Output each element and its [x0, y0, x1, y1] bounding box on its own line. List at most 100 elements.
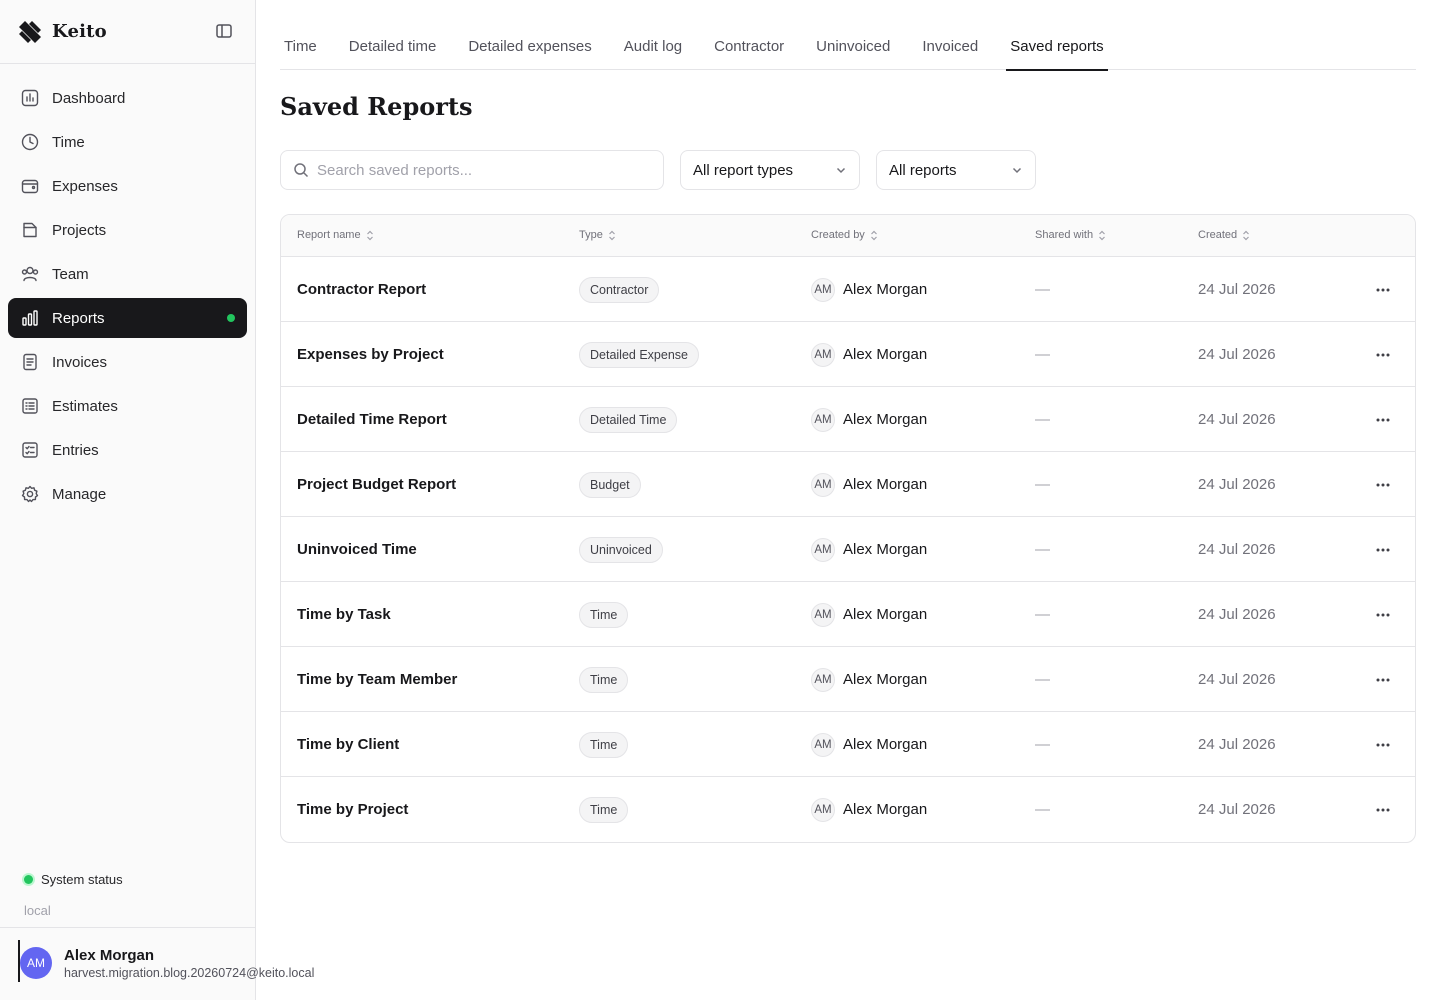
document-icon [23, 353, 37, 371]
report-name[interactable]: Detailed Time Report [297, 387, 447, 452]
sidebar-item-invoices[interactable]: Invoices [8, 342, 247, 382]
system-status[interactable]: System status [24, 872, 123, 887]
row-actions-button[interactable] [1367, 777, 1399, 842]
report-name[interactable]: Expenses by Project [297, 322, 444, 387]
sidebar-item-projects[interactable]: Projects [8, 210, 247, 250]
type-badge: Time [579, 731, 629, 758]
sidebar-item-entries[interactable]: Entries [8, 430, 247, 470]
search-icon [294, 163, 309, 178]
gear-icon [21, 485, 39, 503]
tab-audit-log[interactable]: Audit log [620, 22, 686, 70]
report-name[interactable]: Time by Task [297, 582, 391, 647]
type-cell: Budget [579, 452, 641, 517]
logo-icon [19, 20, 41, 43]
report-owner-value: All reports [889, 161, 957, 179]
bar-chart-icon [21, 89, 39, 107]
creator-name: Alex Morgan [843, 541, 928, 558]
sidebar-item-time[interactable]: Time [8, 122, 247, 162]
more-horizontal-icon [1376, 613, 1390, 616]
creator-name: Alex Morgan [843, 801, 928, 818]
more-horizontal-icon [1376, 288, 1390, 291]
row-actions-button[interactable] [1367, 647, 1399, 712]
search-box[interactable] [280, 150, 664, 190]
type-badge: Budget [579, 471, 641, 498]
creator-name: Alex Morgan [843, 476, 928, 493]
table-row[interactable]: Time by Project Time AM Alex Morgan — 24 Jul … [281, 777, 1415, 842]
type-badge: Contractor [579, 276, 660, 303]
type-badge: Uninvoiced [579, 536, 663, 563]
column-header-shared-with[interactable]: Shared with [1035, 229, 1106, 241]
chevron-down-icon [1012, 167, 1022, 174]
created-by-cell: AM Alex Morgan [811, 452, 927, 517]
sidebar-item-manage[interactable]: Manage [8, 474, 247, 514]
report-name[interactable]: Time by Client [297, 712, 399, 777]
table-row[interactable]: Uninvoiced Time Uninvoiced AM Alex Morgan — 2… [281, 517, 1415, 582]
column-header-label: Report name [297, 229, 361, 241]
report-tabs: Time Detailed time Detailed expenses Audit … [280, 22, 1416, 71]
row-actions-button[interactable] [1367, 387, 1399, 452]
tab-detailed-time[interactable]: Detailed time [345, 22, 441, 70]
created-by-cell: AM Alex Morgan [811, 517, 927, 582]
type-cell: Time [579, 582, 629, 647]
shared-with: — [1035, 606, 1050, 623]
system-status-label: System status [41, 872, 123, 887]
sidebar-toggle-icon[interactable] [215, 22, 233, 40]
report-name[interactable]: Time by Team Member [297, 647, 457, 712]
tab-detailed-expenses[interactable]: Detailed expenses [464, 22, 595, 70]
sidebar-item-label: Estimates [52, 397, 118, 415]
shared-with: — [1035, 346, 1050, 363]
row-actions-button[interactable] [1367, 452, 1399, 517]
row-actions-button[interactable] [1367, 257, 1399, 322]
creator-avatar: AM [811, 732, 835, 757]
tab-invoiced[interactable]: Invoiced [918, 22, 982, 70]
table-row[interactable]: Detailed Time Report Detailed Time AM Alex … [281, 387, 1415, 452]
type-cell: Uninvoiced [579, 517, 663, 582]
table-row[interactable]: Project Budget Report Budget AM Alex Morgan… [281, 452, 1415, 517]
tab-saved-reports[interactable]: Saved reports [1006, 22, 1109, 71]
report-name[interactable]: Project Budget Report [297, 452, 456, 517]
sidebar-item-label: Team [52, 265, 89, 283]
row-actions-button[interactable] [1367, 517, 1399, 582]
sidebar-item-expenses[interactable]: Expenses [8, 166, 247, 206]
shared-with: — [1035, 801, 1050, 818]
table-row[interactable]: Contractor Report Contractor AM Alex Morgan… [281, 257, 1415, 322]
sidebar-item-estimates[interactable]: Estimates [8, 386, 247, 426]
report-name[interactable]: Time by Project [297, 777, 408, 842]
type-cell: Time [579, 712, 629, 777]
tab-uninvoiced[interactable]: Uninvoiced [812, 22, 894, 70]
table-row[interactable]: Time by Client Time AM Alex Morgan — 24 Jul 2… [281, 712, 1415, 777]
shared-with: — [1035, 671, 1050, 688]
shared-with: — [1035, 281, 1050, 298]
avatar[interactable]: AM [20, 947, 52, 979]
column-header-created[interactable]: Created [1198, 229, 1250, 241]
type-badge: Time [579, 666, 629, 693]
sidebar-item-reports[interactable]: Reports [8, 298, 247, 338]
table-row[interactable]: Time by Team Member Time AM Alex Morgan — 24 … [281, 647, 1415, 712]
report-type-select[interactable]: All report types [680, 150, 860, 190]
report-name[interactable]: Contractor Report [297, 257, 426, 322]
report-owner-select[interactable]: All reports [876, 150, 1036, 190]
row-actions-button[interactable] [1367, 322, 1399, 387]
search-input[interactable] [317, 161, 637, 179]
created-by-cell: AM Alex Morgan [811, 322, 927, 387]
tab-contractor[interactable]: Contractor [710, 22, 788, 70]
creator-name: Alex Morgan [843, 606, 928, 623]
creator-avatar: AM [811, 602, 835, 627]
status-dot-icon [24, 875, 33, 884]
type-badge: Time [579, 796, 629, 823]
creator-name: Alex Morgan [843, 736, 928, 753]
column-header-report-name[interactable]: Report name [297, 229, 374, 241]
report-name[interactable]: Uninvoiced Time [297, 517, 417, 582]
table-row[interactable]: Expenses by Project Detailed Expense AM Ale… [281, 322, 1415, 387]
column-header-created-by[interactable]: Created by [811, 229, 878, 241]
row-actions-button[interactable] [1367, 712, 1399, 777]
sidebar-item-dashboard[interactable]: Dashboard [8, 78, 247, 118]
table-row[interactable]: Time by Task Time AM Alex Morgan — 24 Jul 202… [281, 582, 1415, 647]
column-header-type[interactable]: Type [579, 229, 616, 241]
tab-time[interactable]: Time [280, 22, 321, 70]
created-by-cell: AM Alex Morgan [811, 777, 927, 842]
clock-icon [21, 133, 39, 151]
row-actions-button[interactable] [1367, 582, 1399, 647]
bars-icon [22, 310, 38, 326]
sidebar-item-team[interactable]: Team [8, 254, 247, 294]
